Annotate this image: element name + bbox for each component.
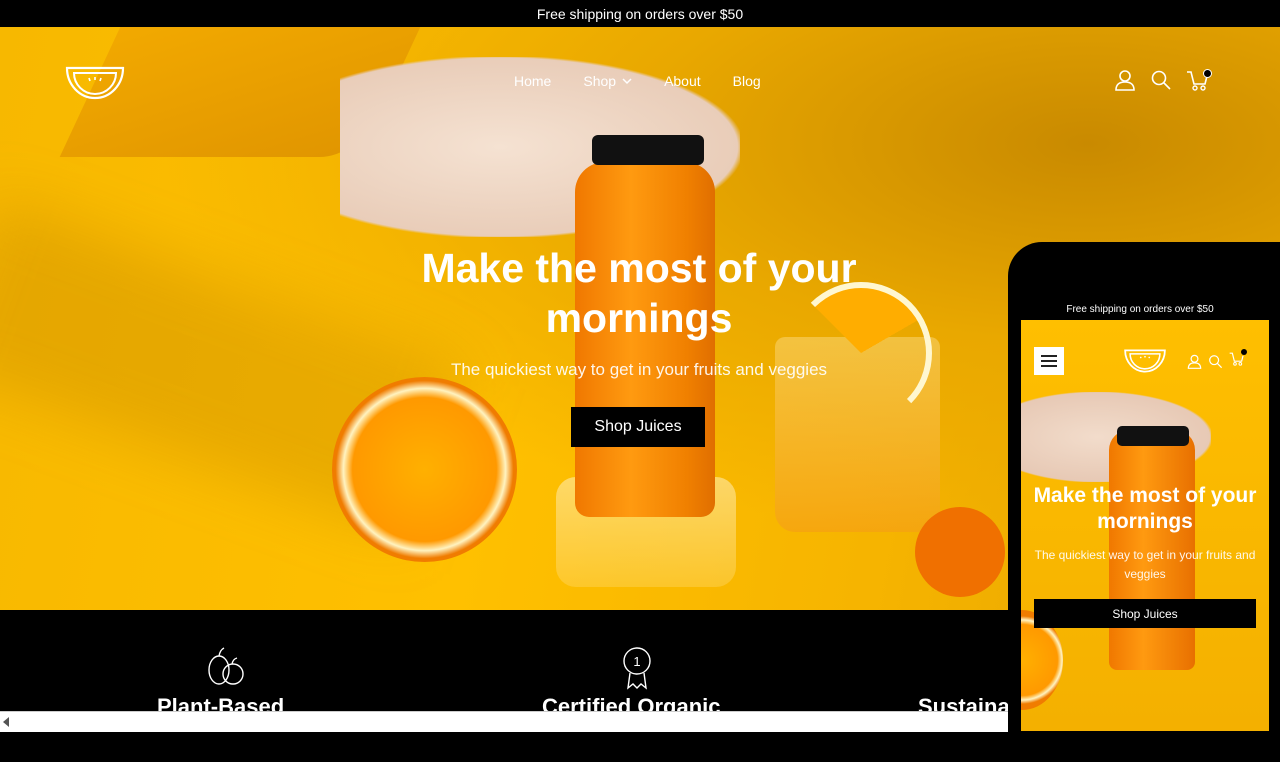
mobile-header-icons — [1187, 349, 1247, 371]
hero-image-bottle-cap — [592, 135, 704, 165]
account-icon[interactable] — [1114, 69, 1136, 91]
mobile-announcement-text: Free shipping on orders over $50 — [1066, 303, 1214, 315]
nav-home-label: Home — [514, 73, 552, 89]
feature-certified-organic: 1 — [620, 646, 654, 695]
cart-button[interactable] — [1186, 69, 1212, 91]
mobile-account-icon[interactable] — [1187, 354, 1202, 369]
scroll-left-arrow-icon[interactable] — [3, 717, 9, 727]
fruit-icon — [208, 647, 244, 685]
mobile-hero-image-cap — [1117, 426, 1189, 446]
mobile-search-icon[interactable] — [1208, 354, 1223, 369]
announcement-bar: Free shipping on orders over $50 — [0, 0, 1280, 27]
nav-about[interactable]: About — [664, 73, 701, 89]
features-section: Plant-Based 1 Certified Organic Sustaina… — [0, 610, 1041, 719]
nav-shop[interactable]: Shop — [583, 73, 632, 89]
shop-juices-button[interactable]: Shop Juices — [571, 407, 705, 447]
mobile-shop-juices-button[interactable]: Shop Juices — [1034, 599, 1256, 628]
header-icons — [1114, 69, 1212, 91]
nav-home[interactable]: Home — [514, 73, 551, 89]
mobile-hero-subtitle: The quickiest way to get in your fruits … — [1034, 548, 1256, 581]
cart-count-badge — [1203, 69, 1212, 78]
mobile-cart-badge — [1241, 349, 1247, 355]
horizontal-scrollbar[interactable] — [0, 711, 1010, 732]
hero-title: Make the most of your mornings — [421, 245, 857, 341]
main-nav: Home Shop About Blog — [514, 73, 793, 89]
mobile-hero-title: Make the most of your mornings — [1033, 484, 1257, 533]
site-logo[interactable] — [64, 65, 126, 101]
mobile-announcement-bar: Free shipping on orders over $50 — [1020, 299, 1260, 319]
nav-shop-label: Shop — [583, 73, 617, 89]
hamburger-menu-icon[interactable] — [1034, 347, 1064, 375]
mobile-preview-screen: Make the most of your mornings The quick… — [1021, 320, 1269, 731]
mobile-cart-button[interactable] — [1229, 349, 1247, 371]
feature-plant-based — [205, 646, 249, 691]
mobile-watermelon-logo-icon[interactable] — [1123, 348, 1167, 374]
announcement-text: Free shipping on orders over $50 — [536, 5, 744, 22]
nav-blog-label: Blog — [732, 73, 761, 89]
hero-image-orange — [332, 377, 517, 562]
nav-about-label: About — [664, 73, 701, 89]
chevron-down-icon — [622, 78, 632, 85]
watermelon-logo-icon — [65, 66, 125, 100]
award-number: 1 — [633, 654, 640, 669]
award-ribbon-icon: 1 — [623, 647, 651, 690]
search-icon[interactable] — [1150, 69, 1172, 91]
hero-subtitle: The quickiest way to get in your fruits … — [450, 360, 828, 379]
hero-image-carrot — [915, 507, 1005, 597]
nav-blog[interactable]: Blog — [733, 73, 761, 89]
